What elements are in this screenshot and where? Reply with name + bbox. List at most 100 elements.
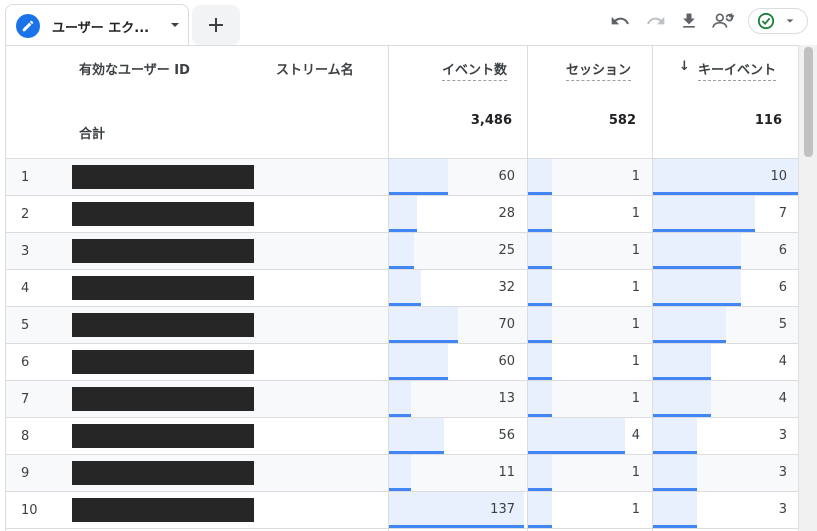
column-divider: [388, 46, 389, 531]
scrollbar-thumb[interactable]: [804, 47, 813, 157]
cell-key-events: 6: [653, 233, 798, 269]
cell-events: 32: [389, 270, 527, 306]
cell-value: 1: [631, 206, 640, 221]
cell-value: 4: [631, 428, 640, 443]
value-bar-line: [653, 525, 697, 528]
cell-value: 1: [631, 502, 640, 517]
cell-key-events: 10: [653, 159, 798, 195]
data-table: 有効なユーザー ID ストリーム名 イベント数 セッション ↓ キーイベント 合…: [5, 45, 798, 531]
value-bar-fill: [528, 455, 552, 491]
cell-value: 7: [778, 206, 787, 221]
col-header-stream[interactable]: ストリーム名: [276, 59, 354, 78]
col-header-events[interactable]: イベント数: [442, 59, 508, 81]
value-bar-fill: [389, 418, 444, 454]
table-row[interactable]: 2 28 1 7: [6, 196, 798, 233]
cell-key-events: 4: [653, 344, 798, 380]
redacted-user-id: [72, 387, 254, 411]
value-bar-line: [528, 414, 552, 417]
cell-events: 60: [389, 159, 527, 195]
redacted-user-id: [72, 498, 254, 522]
row-index: 4: [21, 281, 30, 296]
row-index: 9: [21, 466, 30, 481]
cell-sessions: 1: [528, 381, 652, 417]
value-bar-fill: [653, 196, 755, 232]
value-bar-line: [528, 488, 552, 491]
value-bar-fill: [528, 307, 552, 343]
table-row[interactable]: 9 11 1 3: [6, 455, 798, 492]
value-bar-fill: [389, 307, 458, 343]
table-row[interactable]: 6 60 1 4: [6, 344, 798, 381]
status-dropdown[interactable]: [748, 8, 808, 34]
col-header-key-events[interactable]: キーイベント: [698, 59, 777, 81]
cell-events: 60: [389, 344, 527, 380]
cell-events: 56: [389, 418, 527, 454]
value-bar-fill: [528, 381, 552, 417]
cell-value: 6: [778, 243, 787, 258]
cell-value: 1: [631, 317, 640, 332]
cell-value: 4: [778, 391, 787, 406]
download-icon[interactable]: [676, 9, 702, 33]
redacted-user-id: [72, 313, 254, 337]
cell-events: 137: [389, 492, 527, 528]
value-bar-line: [389, 414, 411, 417]
value-bar-line: [389, 192, 448, 195]
col-header-user-id[interactable]: 有効なユーザー ID: [79, 59, 190, 78]
value-bar-fill: [528, 270, 552, 306]
caret-down-icon[interactable]: [166, 16, 184, 34]
cell-sessions: 1: [528, 492, 652, 528]
value-bar-line: [653, 451, 697, 454]
status-check-icon: [757, 12, 775, 30]
value-bar-line: [528, 377, 552, 380]
cell-value: 60: [498, 169, 515, 184]
redacted-user-id: [72, 461, 254, 485]
column-divider: [652, 46, 653, 531]
cell-events: 11: [389, 455, 527, 491]
cell-key-events: 3: [653, 455, 798, 491]
cell-value: 5: [778, 317, 787, 332]
row-index: 7: [21, 392, 30, 407]
table-row[interactable]: 10 137 1 3: [6, 492, 798, 529]
cell-key-events: 6: [653, 270, 798, 306]
cell-sessions: 1: [528, 455, 652, 491]
value-bar-line: [528, 340, 552, 343]
table-row[interactable]: 3 25 1 6: [6, 233, 798, 270]
redacted-user-id: [72, 202, 254, 226]
pencil-icon[interactable]: [16, 14, 40, 38]
redacted-user-id: [72, 276, 254, 300]
cell-value: 3: [778, 502, 787, 517]
cell-value: 1: [631, 243, 640, 258]
cell-value: 1: [631, 354, 640, 369]
share-user-icon[interactable]: [711, 9, 737, 33]
value-bar-line: [653, 266, 741, 269]
cell-sessions: 1: [528, 233, 652, 269]
top-bar: ユーザー エク...: [0, 0, 817, 46]
redo-icon[interactable]: [643, 9, 669, 33]
exploration-tab[interactable]: ユーザー エク...: [5, 4, 189, 45]
value-bar-line: [389, 340, 458, 343]
row-index: 1: [21, 170, 30, 185]
table-row[interactable]: 1 60 1 10: [6, 159, 798, 196]
value-bar-line: [389, 451, 444, 454]
col-header-sessions[interactable]: セッション: [566, 59, 632, 81]
column-divider: [527, 46, 528, 531]
value-bar-fill: [653, 492, 697, 528]
table-row[interactable]: 4 32 1 6: [6, 270, 798, 307]
cell-value: 137: [490, 502, 515, 517]
undo-icon[interactable]: [607, 9, 633, 33]
add-tab-button[interactable]: [192, 5, 240, 45]
value-bar-line: [389, 229, 417, 232]
value-bar-fill: [653, 455, 697, 491]
cell-sessions: 1: [528, 270, 652, 306]
table-row[interactable]: 5 70 1 5: [6, 307, 798, 344]
table-row[interactable]: 8 56 4 3: [6, 418, 798, 455]
row-index: 10: [21, 503, 38, 518]
redacted-user-id: [72, 165, 254, 189]
vertical-scrollbar[interactable]: [798, 45, 817, 531]
table-row[interactable]: 7 13 1 4: [6, 381, 798, 418]
cell-value: 70: [498, 317, 515, 332]
value-bar-fill: [389, 344, 448, 380]
redacted-user-id: [72, 424, 254, 448]
cell-value: 28: [498, 206, 515, 221]
table-header: 有効なユーザー ID ストリーム名 イベント数 セッション ↓ キーイベント 合…: [6, 46, 798, 159]
total-key-events: 116: [754, 113, 782, 128]
